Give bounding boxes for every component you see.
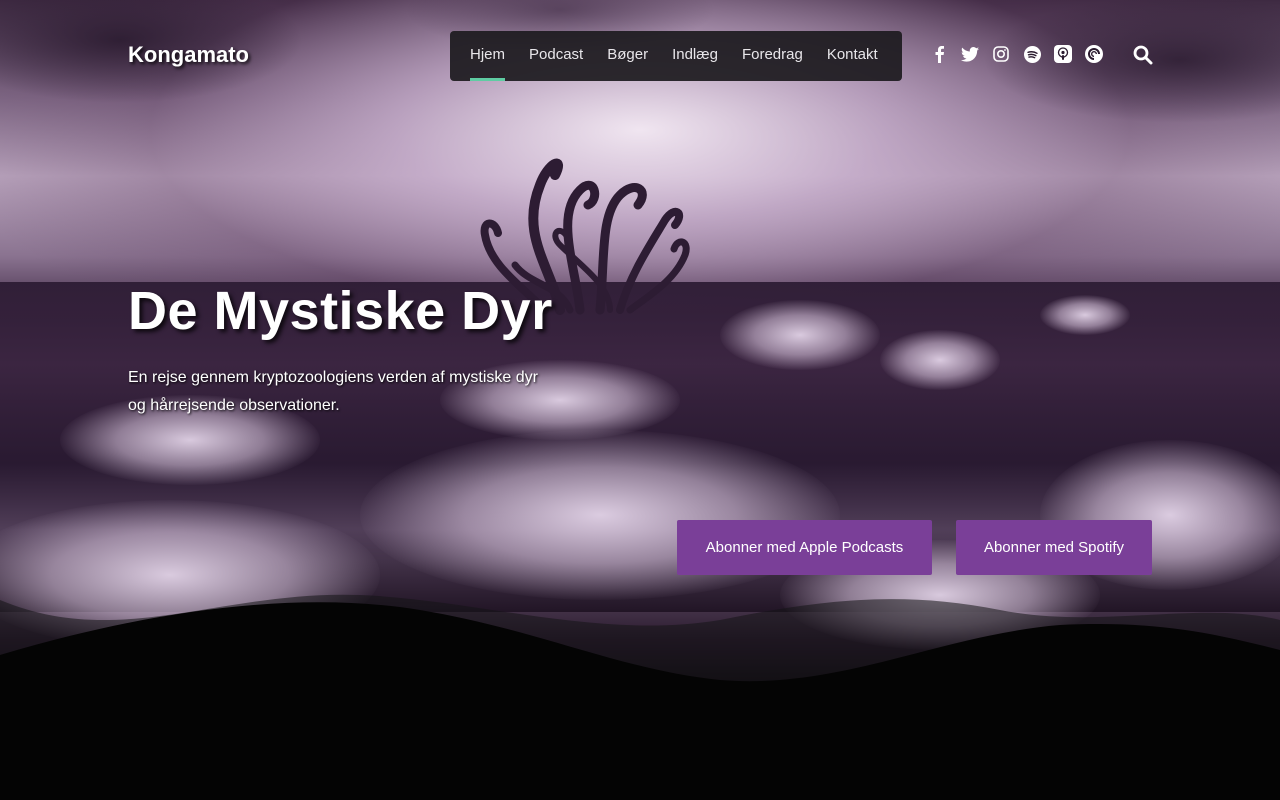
hero-subtitle: En rejse gennem kryptozoologiens verden …: [128, 369, 538, 414]
spotify-icon[interactable]: [1023, 45, 1041, 63]
nav-item-indlaeg[interactable]: Indlæg: [672, 31, 718, 81]
wave-divider: [0, 594, 1280, 800]
wave-foam: [880, 330, 1000, 390]
apple-podcasts-icon[interactable]: [1054, 45, 1072, 63]
wave-foam: [720, 300, 880, 370]
social-links: [930, 43, 1116, 65]
nav-item-podcast[interactable]: Podcast: [529, 31, 583, 81]
nav-item-boger[interactable]: Bøger: [607, 31, 648, 81]
facebook-icon[interactable]: [930, 45, 948, 63]
pocket-casts-icon[interactable]: [1085, 45, 1103, 63]
nav-item-kontakt[interactable]: Kontakt: [827, 31, 878, 81]
main-navigation: Hjem Podcast Bøger Indlæg Foredrag Konta…: [450, 31, 902, 81]
hero-title: De Mystiske Dyr: [128, 281, 553, 341]
site-logo[interactable]: Kongamato: [128, 42, 249, 68]
twitter-icon[interactable]: [961, 45, 979, 63]
search-icon[interactable]: [1133, 45, 1153, 65]
instagram-icon[interactable]: [992, 45, 1010, 63]
wave-foam: [1040, 295, 1130, 335]
nav-item-hjem[interactable]: Hjem: [470, 31, 506, 81]
hero-section: Kongamato Hjem Podcast Bøger Indlæg Fore…: [0, 0, 1280, 800]
nav-item-foredrag[interactable]: Foredrag: [742, 31, 803, 81]
subscribe-spotify-button[interactable]: Abonner med Spotify: [956, 520, 1152, 575]
subscribe-apple-podcasts-button[interactable]: Abonner med Apple Podcasts: [677, 520, 932, 575]
